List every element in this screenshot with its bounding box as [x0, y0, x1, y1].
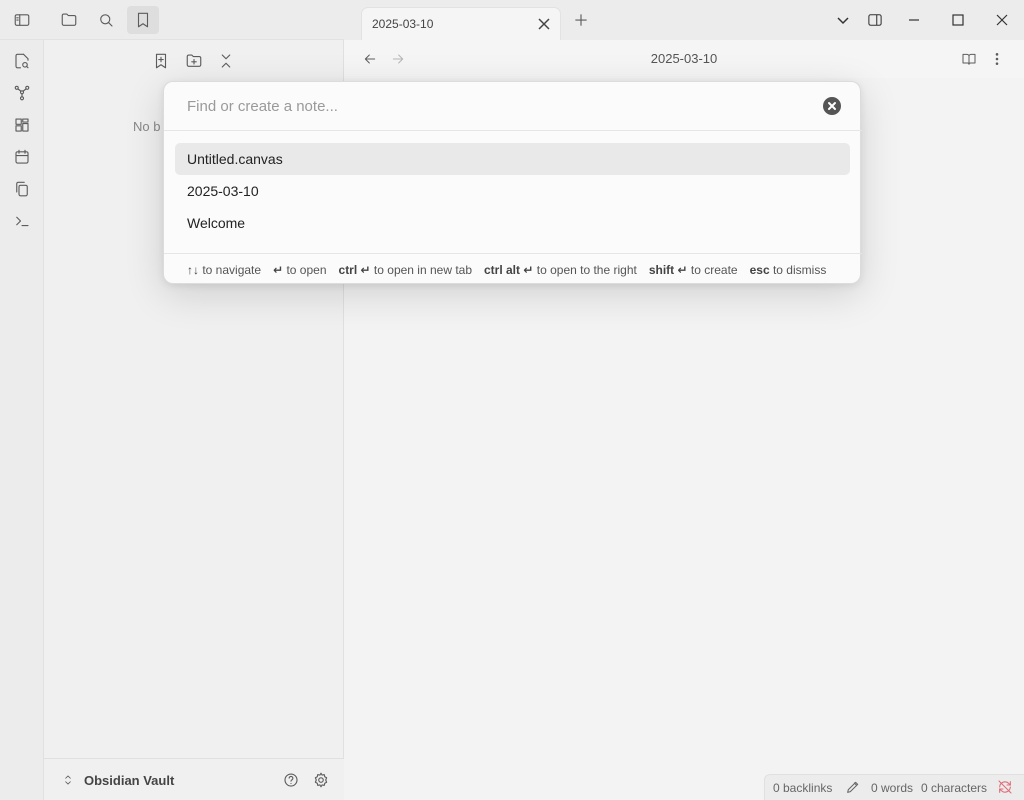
folder-icon[interactable] — [53, 6, 85, 34]
hint-dismiss: esc to dismiss — [750, 263, 827, 277]
hint-open-right: ctrl alt ↵ to open to the right — [484, 263, 637, 277]
window-close-icon[interactable] — [985, 6, 1019, 34]
hint-create: shift ↵ to create — [649, 263, 738, 277]
pencil-icon[interactable] — [845, 779, 861, 798]
sidebar-empty-message: No b — [133, 119, 161, 134]
gear-icon[interactable] — [305, 766, 337, 794]
calendar-icon[interactable] — [6, 143, 38, 171]
minimize-icon[interactable] — [897, 6, 931, 34]
maximize-icon[interactable] — [941, 6, 975, 34]
character-count: 0 characters — [921, 781, 988, 795]
chevron-down-icon[interactable] — [826, 6, 860, 34]
status-bar: 0 backlinks 0 words 0 characters — [764, 774, 1024, 800]
graph-icon[interactable] — [6, 79, 38, 107]
open-note-icon[interactable] — [6, 47, 38, 75]
new-folder-icon[interactable] — [178, 47, 210, 75]
more-vertical-icon[interactable] — [981, 45, 1013, 73]
hint-open: ↵ to open — [273, 263, 326, 277]
left-ribbon — [0, 0, 44, 800]
suggestion-list: Untitled.canvas 2025-03-10 Welcome — [175, 143, 850, 239]
vault-bar: Obsidian Vault — [44, 758, 344, 800]
sync-off-icon[interactable] — [997, 779, 1013, 798]
titlebar-left — [0, 0, 344, 40]
plus-icon[interactable] — [565, 6, 597, 34]
hint-open-new-tab: ctrl ↵ to open in new tab — [339, 263, 472, 277]
suggestion-item[interactable]: Welcome — [175, 207, 850, 239]
canvas-icon[interactable] — [6, 111, 38, 139]
terminal-icon[interactable] — [6, 207, 38, 235]
hint-action: to open — [286, 262, 327, 277]
hint-action: to dismiss — [772, 262, 827, 277]
word-count: 0 words — [871, 781, 914, 795]
hint-keys: ctrl ↵ — [338, 262, 371, 277]
view-title[interactable]: 2025-03-10 — [344, 51, 1024, 66]
hint-action: to create — [690, 262, 738, 277]
instructions-footer: ↑↓ to navigate ↵ to open ctrl ↵ to open … — [164, 253, 862, 285]
tab-title: 2025-03-10 — [372, 17, 434, 31]
search-icon[interactable] — [90, 6, 122, 34]
tab-close-icon[interactable] — [534, 14, 554, 34]
hint-action: to open in new tab — [373, 262, 472, 277]
vault-name[interactable]: Obsidian Vault — [84, 773, 174, 788]
hint-navigate: ↑↓ to navigate — [187, 263, 261, 277]
quick-switcher-modal: Untitled.canvas 2025-03-10 Welcome ↑↓ to… — [163, 81, 862, 285]
tab-2025-03-10[interactable]: 2025-03-10 — [361, 7, 561, 40]
hint-action: to navigate — [202, 262, 262, 277]
suggestion-item[interactable]: Untitled.canvas — [175, 143, 850, 175]
copy-icon[interactable] — [6, 175, 38, 203]
hint-keys: ↑↓ — [187, 262, 199, 277]
bookmark-add-icon[interactable] — [145, 47, 177, 75]
hint-keys: esc — [749, 262, 770, 277]
hint-keys: shift ↵ — [648, 262, 688, 277]
backlinks-count[interactable]: 0 backlinks — [773, 781, 832, 795]
help-icon[interactable] — [275, 766, 307, 794]
clear-icon[interactable] — [823, 97, 841, 115]
hint-keys: ctrl alt ↵ — [484, 262, 534, 277]
hint-keys: ↵ — [273, 262, 284, 277]
collapse-all-icon[interactable] — [210, 47, 242, 75]
suggestion-item[interactable]: 2025-03-10 — [175, 175, 850, 207]
view-header: 2025-03-10 — [344, 40, 1024, 78]
chevron-updown-icon[interactable] — [52, 766, 84, 794]
quick-switcher-input[interactable] — [164, 82, 862, 131]
hint-action: to open to the right — [536, 262, 637, 277]
right-sidebar-toggle-icon[interactable] — [858, 6, 892, 34]
bookmark-icon[interactable] — [127, 6, 159, 34]
sidebar-toggle-icon[interactable] — [6, 6, 38, 34]
